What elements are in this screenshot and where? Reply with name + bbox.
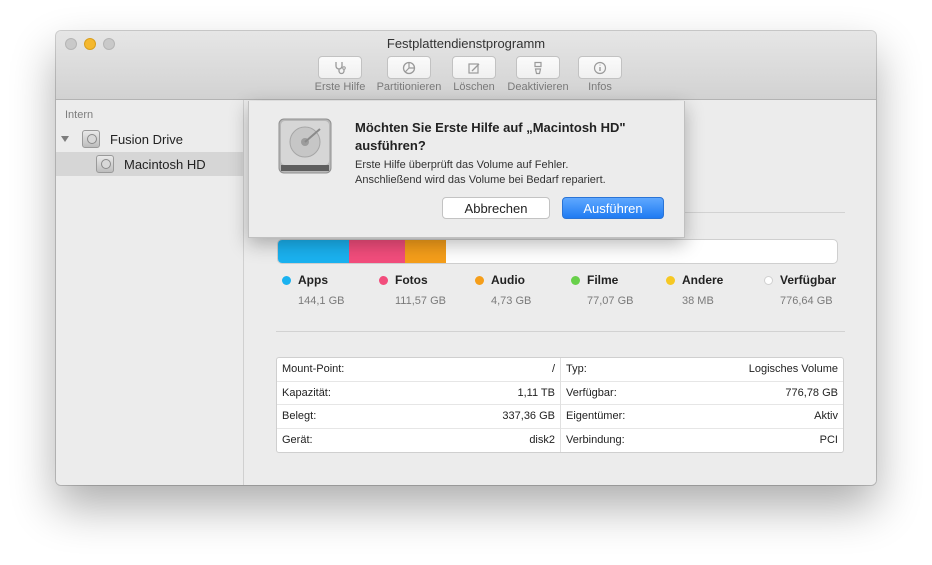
- toolbar-unmount[interactable]: Deaktivieren: [502, 56, 574, 93]
- sidebar-item-label: Fusion Drive: [110, 131, 183, 147]
- unmount-label: Deaktivieren: [507, 81, 569, 93]
- sidebar-section-internal: Intern: [65, 109, 94, 121]
- info-value: Logisches Volume: [748, 363, 838, 376]
- first-aid-label: Erste Hilfe: [314, 81, 366, 93]
- legend-label: Apps: [298, 273, 328, 287]
- info-row: Gerät: disk2: [277, 429, 560, 453]
- erase-label: Löschen: [453, 81, 495, 93]
- info-key: Eigentümer:: [566, 410, 626, 423]
- partition-label: Partitionieren: [376, 81, 442, 93]
- toolbar-partition[interactable]: Partitionieren: [369, 56, 449, 93]
- legend-size: 4,73 GB: [491, 295, 532, 307]
- legend-label: Verfügbar: [780, 273, 837, 287]
- legend-item: Verfügbar 776,64 GB: [764, 273, 836, 307]
- legend-item: Filme 77,07 GB: [571, 273, 633, 307]
- legend-size: 111,57 GB: [395, 295, 446, 307]
- legend-item: Andere 38 MB: [666, 273, 723, 307]
- legend-dot: [379, 275, 388, 285]
- legend-label: Andere: [682, 273, 724, 287]
- info-value: Aktiv: [814, 410, 838, 423]
- pie-chart-icon: [402, 61, 416, 74]
- first-aid-sheet: Möchten Sie Erste Hilfe auf „Macintosh H…: [248, 101, 685, 238]
- first-aid-button[interactable]: [318, 56, 362, 79]
- info-key: Belegt:: [282, 410, 317, 423]
- usage-segment-fotos: [349, 240, 405, 263]
- legend-label: Fotos: [395, 273, 428, 287]
- legend-dot: [666, 275, 675, 285]
- disclosure-triangle-icon[interactable]: [60, 134, 70, 144]
- info-value: 776,78 GB: [785, 386, 838, 399]
- legend-dot: [571, 275, 580, 285]
- eject-icon: [534, 61, 542, 74]
- run-button[interactable]: Ausführen: [562, 197, 664, 219]
- legend-item: Audio 4,73 GB: [475, 273, 531, 307]
- info-value: /: [551, 363, 555, 376]
- window-title: Festplattendienstprogramm: [386, 36, 546, 51]
- dialog-message-line: Erste Hilfe überprüft das Volume auf Feh…: [355, 159, 569, 171]
- legend-dot: [764, 275, 773, 285]
- info-row: Verfügbar: 776,78 GB: [561, 382, 843, 405]
- usage-segment-audio: [405, 240, 446, 263]
- volume-icon: [96, 155, 114, 173]
- info-row: Typ: Logisches Volume: [561, 358, 843, 382]
- info-column-left: Mount-Point: / Kapazität: 1,11 TB Belegt: 337…: [277, 358, 560, 452]
- info-key: Typ:: [566, 363, 587, 376]
- usage-segment-apps: [278, 240, 349, 263]
- info-icon: [593, 61, 607, 74]
- hard-drive-icon: [278, 118, 332, 174]
- legend-item: Fotos 111,57 GB: [379, 273, 446, 307]
- divider: [276, 331, 845, 332]
- dialog-message-line: Anschließend wird das Volume bei Bedarf …: [355, 174, 606, 186]
- sidebar: Intern Fusion Drive Macintosh HD: [56, 100, 244, 485]
- erase-icon: [468, 62, 480, 74]
- info-value: 337,36 GB: [502, 410, 555, 423]
- info-button[interactable]: [578, 56, 622, 79]
- info-row: Verbindung: PCI: [561, 429, 843, 453]
- info-column-right: Typ: Logisches Volume Verfügbar: 776,78 GB E…: [561, 358, 843, 452]
- info-row: Eigentümer: Aktiv: [561, 405, 843, 429]
- sidebar-item-macintosh-hd[interactable]: Macintosh HD: [56, 152, 243, 176]
- toolbar-erase[interactable]: Löschen: [448, 56, 500, 93]
- partition-button[interactable]: [387, 56, 431, 79]
- info-key: Mount-Point:: [282, 363, 345, 376]
- info-row: Mount-Point: /: [277, 358, 560, 382]
- legend-size: 776,64 GB: [780, 295, 833, 307]
- cancel-button[interactable]: Abbrechen: [442, 197, 550, 219]
- legend-item: Apps 144,1 GB: [282, 273, 344, 307]
- volume-info-table: Mount-Point: / Kapazität: 1,11 TB Belegt: 337…: [276, 357, 844, 453]
- dialog-message: Erste Hilfe überprüft das Volume auf Feh…: [355, 158, 675, 188]
- info-label: Infos: [588, 81, 612, 93]
- erase-button[interactable]: [452, 56, 496, 79]
- legend-size: 38 MB: [682, 295, 714, 307]
- usage-bar: [277, 239, 838, 264]
- info-value: disk2: [529, 434, 555, 447]
- info-value: PCI: [819, 434, 838, 447]
- legend-dot: [475, 275, 484, 285]
- toolbar-first-aid[interactable]: Erste Hilfe: [310, 56, 370, 93]
- info-key: Verbindung:: [566, 434, 625, 447]
- legend-label: Filme: [587, 273, 619, 287]
- sidebar-item-label: Macintosh HD: [124, 156, 206, 172]
- disk-utility-window: Festplattendienstprogramm Erste Hilfe Pa…: [56, 31, 876, 485]
- legend-dot: [282, 275, 291, 285]
- legend-size: 144,1 GB: [298, 295, 345, 307]
- unmount-button[interactable]: [516, 56, 560, 79]
- info-value: 1,11 TB: [517, 386, 555, 399]
- info-key: Verfügbar:: [566, 386, 617, 399]
- legend-size: 77,07 GB: [587, 295, 634, 307]
- sidebar-item-fusion-drive[interactable]: Fusion Drive: [56, 127, 243, 151]
- titlebar: Festplattendienstprogramm Erste Hilfe Pa…: [56, 31, 876, 100]
- info-key: Gerät:: [282, 434, 313, 447]
- info-row: Kapazität: 1,11 TB: [277, 382, 560, 405]
- legend-label: Audio: [491, 273, 525, 287]
- toolbar-info[interactable]: Infos: [576, 56, 624, 93]
- info-row: Belegt: 337,36 GB: [277, 405, 560, 429]
- dialog-title: Möchten Sie Erste Hilfe auf „Macintosh H…: [355, 120, 626, 153]
- drive-icon: [82, 130, 100, 148]
- stethoscope-icon: [335, 61, 346, 74]
- info-key: Kapazität:: [282, 386, 331, 399]
